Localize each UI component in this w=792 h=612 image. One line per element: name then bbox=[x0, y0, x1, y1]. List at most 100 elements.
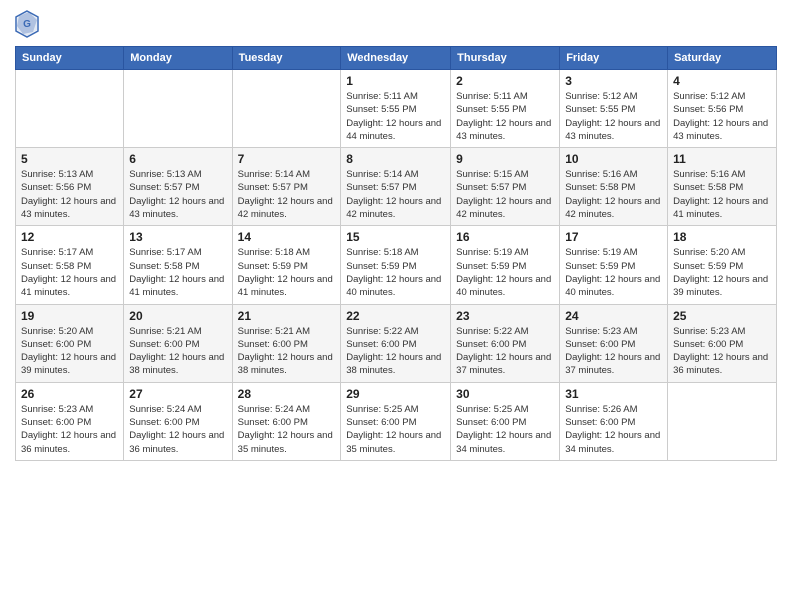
week-row-0: 1 Sunrise: 5:11 AMSunset: 5:55 PMDaylight… bbox=[16, 70, 777, 148]
day-cell: 25 Sunrise: 5:23 AMSunset: 6:00 PMDayligh… bbox=[668, 304, 777, 382]
day-info: Sunrise: 5:24 AMSunset: 6:00 PMDaylight:… bbox=[129, 403, 226, 456]
day-number: 22 bbox=[346, 309, 445, 323]
day-cell: 13 Sunrise: 5:17 AMSunset: 5:58 PMDayligh… bbox=[124, 226, 232, 304]
day-info: Sunrise: 5:25 AMSunset: 6:00 PMDaylight:… bbox=[346, 403, 445, 456]
day-info: Sunrise: 5:11 AMSunset: 5:55 PMDaylight:… bbox=[346, 90, 445, 143]
day-number: 26 bbox=[21, 387, 118, 401]
day-number: 15 bbox=[346, 230, 445, 244]
day-info: Sunrise: 5:16 AMSunset: 5:58 PMDaylight:… bbox=[673, 168, 771, 221]
day-number: 11 bbox=[673, 152, 771, 166]
day-number: 25 bbox=[673, 309, 771, 323]
day-cell: 6 Sunrise: 5:13 AMSunset: 5:57 PMDaylight… bbox=[124, 148, 232, 226]
day-number: 1 bbox=[346, 74, 445, 88]
day-cell: 8 Sunrise: 5:14 AMSunset: 5:57 PMDaylight… bbox=[341, 148, 451, 226]
day-number: 29 bbox=[346, 387, 445, 401]
day-cell bbox=[232, 70, 341, 148]
day-number: 7 bbox=[238, 152, 336, 166]
day-cell: 7 Sunrise: 5:14 AMSunset: 5:57 PMDaylight… bbox=[232, 148, 341, 226]
day-number: 4 bbox=[673, 74, 771, 88]
day-info: Sunrise: 5:22 AMSunset: 6:00 PMDaylight:… bbox=[346, 325, 445, 378]
logo: G bbox=[15, 10, 43, 38]
day-number: 24 bbox=[565, 309, 662, 323]
day-cell: 4 Sunrise: 5:12 AMSunset: 5:56 PMDaylight… bbox=[668, 70, 777, 148]
day-number: 27 bbox=[129, 387, 226, 401]
day-cell: 12 Sunrise: 5:17 AMSunset: 5:58 PMDayligh… bbox=[16, 226, 124, 304]
day-header-monday: Monday bbox=[124, 47, 232, 70]
day-cell: 14 Sunrise: 5:18 AMSunset: 5:59 PMDayligh… bbox=[232, 226, 341, 304]
day-info: Sunrise: 5:13 AMSunset: 5:57 PMDaylight:… bbox=[129, 168, 226, 221]
svg-text:G: G bbox=[23, 19, 31, 30]
day-info: Sunrise: 5:21 AMSunset: 6:00 PMDaylight:… bbox=[129, 325, 226, 378]
day-number: 12 bbox=[21, 230, 118, 244]
day-info: Sunrise: 5:13 AMSunset: 5:56 PMDaylight:… bbox=[21, 168, 118, 221]
day-cell: 18Sunrise: 5:20 AMSunset: 5:59 PMDayligh… bbox=[668, 226, 777, 304]
day-info: Sunrise: 5:20 AMSunset: 5:59 PMDaylight:… bbox=[673, 246, 771, 299]
day-info: Sunrise: 5:19 AMSunset: 5:59 PMDaylight:… bbox=[456, 246, 554, 299]
day-cell bbox=[16, 70, 124, 148]
day-number: 2 bbox=[456, 74, 554, 88]
week-row-1: 5 Sunrise: 5:13 AMSunset: 5:56 PMDaylight… bbox=[16, 148, 777, 226]
calendar-table: SundayMondayTuesdayWednesdayThursdayFrid… bbox=[15, 46, 777, 461]
day-cell: 9Sunrise: 5:15 AMSunset: 5:57 PMDaylight… bbox=[451, 148, 560, 226]
day-cell: 15 Sunrise: 5:18 AMSunset: 5:59 PMDayligh… bbox=[341, 226, 451, 304]
day-cell: 17 Sunrise: 5:19 AMSunset: 5:59 PMDayligh… bbox=[560, 226, 668, 304]
day-cell: 27 Sunrise: 5:24 AMSunset: 6:00 PMDayligh… bbox=[124, 382, 232, 460]
day-number: 28 bbox=[238, 387, 336, 401]
day-info: Sunrise: 5:12 AMSunset: 5:55 PMDaylight:… bbox=[565, 90, 662, 143]
day-header-tuesday: Tuesday bbox=[232, 47, 341, 70]
day-cell: 28 Sunrise: 5:24 AMSunset: 6:00 PMDayligh… bbox=[232, 382, 341, 460]
day-cell: 21Sunrise: 5:21 AMSunset: 6:00 PMDayligh… bbox=[232, 304, 341, 382]
day-info: Sunrise: 5:24 AMSunset: 6:00 PMDaylight:… bbox=[238, 403, 336, 456]
calendar-header: SundayMondayTuesdayWednesdayThursdayFrid… bbox=[16, 47, 777, 70]
day-info: Sunrise: 5:26 AMSunset: 6:00 PMDaylight:… bbox=[565, 403, 662, 456]
week-row-4: 26 Sunrise: 5:23 AMSunset: 6:00 PMDayligh… bbox=[16, 382, 777, 460]
day-number: 8 bbox=[346, 152, 445, 166]
day-header-sunday: Sunday bbox=[16, 47, 124, 70]
day-number: 13 bbox=[129, 230, 226, 244]
day-cell: 30Sunrise: 5:25 AMSunset: 6:00 PMDayligh… bbox=[451, 382, 560, 460]
day-number: 10 bbox=[565, 152, 662, 166]
day-info: Sunrise: 5:20 AMSunset: 6:00 PMDaylight:… bbox=[21, 325, 118, 378]
day-cell bbox=[668, 382, 777, 460]
day-info: Sunrise: 5:18 AMSunset: 5:59 PMDaylight:… bbox=[238, 246, 336, 299]
day-info: Sunrise: 5:14 AMSunset: 5:57 PMDaylight:… bbox=[346, 168, 445, 221]
day-number: 17 bbox=[565, 230, 662, 244]
day-number: 30 bbox=[456, 387, 554, 401]
day-header-wednesday: Wednesday bbox=[341, 47, 451, 70]
logo-icon: G bbox=[15, 10, 39, 38]
day-number: 5 bbox=[21, 152, 118, 166]
day-info: Sunrise: 5:18 AMSunset: 5:59 PMDaylight:… bbox=[346, 246, 445, 299]
day-cell: 16 Sunrise: 5:19 AMSunset: 5:59 PMDayligh… bbox=[451, 226, 560, 304]
day-info: Sunrise: 5:14 AMSunset: 5:57 PMDaylight:… bbox=[238, 168, 336, 221]
week-row-3: 19Sunrise: 5:20 AMSunset: 6:00 PMDayligh… bbox=[16, 304, 777, 382]
day-info: Sunrise: 5:19 AMSunset: 5:59 PMDaylight:… bbox=[565, 246, 662, 299]
day-info: Sunrise: 5:21 AMSunset: 6:00 PMDaylight:… bbox=[238, 325, 336, 378]
day-number: 6 bbox=[129, 152, 226, 166]
day-cell: 3 Sunrise: 5:12 AMSunset: 5:55 PMDaylight… bbox=[560, 70, 668, 148]
day-cell: 24 Sunrise: 5:23 AMSunset: 6:00 PMDayligh… bbox=[560, 304, 668, 382]
day-number: 3 bbox=[565, 74, 662, 88]
day-number: 16 bbox=[456, 230, 554, 244]
day-info: Sunrise: 5:23 AMSunset: 6:00 PMDaylight:… bbox=[565, 325, 662, 378]
day-header-friday: Friday bbox=[560, 47, 668, 70]
day-cell: 23 Sunrise: 5:22 AMSunset: 6:00 PMDayligh… bbox=[451, 304, 560, 382]
day-header-saturday: Saturday bbox=[668, 47, 777, 70]
day-cell: 10Sunrise: 5:16 AMSunset: 5:58 PMDayligh… bbox=[560, 148, 668, 226]
day-number: 23 bbox=[456, 309, 554, 323]
day-info: Sunrise: 5:11 AMSunset: 5:55 PMDaylight:… bbox=[456, 90, 554, 143]
day-info: Sunrise: 5:17 AMSunset: 5:58 PMDaylight:… bbox=[129, 246, 226, 299]
day-cell: 5 Sunrise: 5:13 AMSunset: 5:56 PMDaylight… bbox=[16, 148, 124, 226]
day-info: Sunrise: 5:22 AMSunset: 6:00 PMDaylight:… bbox=[456, 325, 554, 378]
header-row: SundayMondayTuesdayWednesdayThursdayFrid… bbox=[16, 47, 777, 70]
day-info: Sunrise: 5:23 AMSunset: 6:00 PMDaylight:… bbox=[21, 403, 118, 456]
day-info: Sunrise: 5:12 AMSunset: 5:56 PMDaylight:… bbox=[673, 90, 771, 143]
day-number: 14 bbox=[238, 230, 336, 244]
header: G bbox=[15, 10, 777, 38]
day-header-thursday: Thursday bbox=[451, 47, 560, 70]
day-cell: 1 Sunrise: 5:11 AMSunset: 5:55 PMDaylight… bbox=[341, 70, 451, 148]
day-number: 31 bbox=[565, 387, 662, 401]
day-cell bbox=[124, 70, 232, 148]
day-info: Sunrise: 5:23 AMSunset: 6:00 PMDaylight:… bbox=[673, 325, 771, 378]
day-number: 20 bbox=[129, 309, 226, 323]
day-info: Sunrise: 5:17 AMSunset: 5:58 PMDaylight:… bbox=[21, 246, 118, 299]
